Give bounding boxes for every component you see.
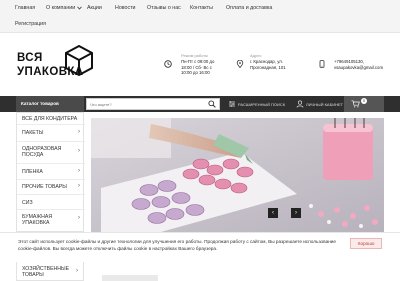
promo-banner[interactable]	[91, 118, 384, 232]
sidebar-item-label: ПЛЕНКА	[22, 169, 43, 175]
sidebar-item-confectioner[interactable]: ВСЕ ДЛЯ КОНДИТЕРА	[17, 113, 85, 125]
chevron-right-icon: ›	[295, 210, 297, 216]
chevron-left-icon: ‹	[272, 210, 274, 216]
chevron-right-icon: ›	[76, 268, 78, 274]
macarons-photo	[91, 118, 384, 232]
user-icon[interactable]	[296, 100, 304, 108]
address-line2: Прогонадная, 101	[250, 64, 286, 70]
sidebar-item-label: ПАКЕТЫ	[22, 130, 44, 136]
sidebar-item-label: СИЗ	[22, 200, 33, 206]
contact-phone[interactable]: +79649105130,	[334, 59, 364, 64]
nav-home[interactable]: Главная	[15, 5, 35, 11]
sidebar-item-household[interactable]: ХОЗЯЙСТВЕННЫЕ ТОВАРЫ ›	[16, 262, 84, 281]
cart-count-badge: 0	[361, 98, 367, 104]
chevron-down-icon[interactable]	[77, 6, 82, 10]
cart-button[interactable]: 0	[344, 96, 384, 112]
work-hours-label: Режим работы	[181, 53, 209, 58]
advanced-search-link[interactable]: РАСШИРЕННЫЙ ПОИСК	[238, 102, 285, 107]
search-box	[86, 98, 220, 110]
top-navigation: Главная О компании Акции Новости Отзывы …	[0, 0, 400, 33]
nav-promotions[interactable]: Акции	[87, 5, 102, 11]
chevron-right-icon: ›	[78, 148, 80, 154]
sliders-icon[interactable]	[228, 100, 236, 108]
chevron-right-icon: ›	[78, 183, 80, 189]
clock-icon	[164, 60, 172, 68]
sidebar-item-disposable[interactable]: ОДНОРАЗОВАЯ ПОСУДА ›	[17, 142, 85, 164]
cookie-notice-text: Этот сайт использует cookie-файлы и друг…	[18, 239, 337, 251]
address-label: Адрес	[250, 53, 262, 58]
location-pin-icon	[236, 60, 244, 68]
nav-payment-delivery[interactable]: Оплата и доставка	[226, 5, 272, 11]
chevron-right-icon: ›	[78, 168, 80, 174]
catalog-sidebar: ВСЕ ДЛЯ КОНДИТЕРА ПАКЕТЫ › ОДНОРАЗОВАЯ П…	[16, 112, 85, 232]
contact-email[interactable]: vsaupakovka@gmail.com	[334, 65, 383, 70]
slider-next-button[interactable]: ›	[291, 208, 301, 218]
sidebar-item-label: БУМАЖНАЯ УПАКОВКА	[22, 214, 53, 227]
sidebar-item-label: ОДНОРАЗОВАЯ ПОСУДА	[22, 146, 62, 159]
catalog-button[interactable]: Каталог товаров	[16, 96, 84, 112]
nav-contacts[interactable]: Контакты	[190, 5, 213, 11]
chevron-right-icon: ›	[78, 129, 80, 135]
sidebar-item-bags[interactable]: ПАКЕТЫ ›	[17, 125, 85, 142]
sidebar-item-ppe[interactable]: СИЗ	[17, 195, 85, 210]
phone-icon	[319, 60, 325, 68]
nav-about[interactable]: О компании	[46, 5, 75, 11]
cookie-notice: Этот сайт использует cookie-файлы и друг…	[0, 232, 400, 260]
catalog-button-label: Каталог товаров	[21, 101, 59, 106]
account-link[interactable]: ЛИЧНЫЙ КАБИНЕТ	[306, 102, 343, 107]
nav-registration[interactable]: Регистрация	[15, 21, 46, 27]
search-input[interactable]	[90, 101, 205, 108]
nav-news[interactable]: Новости	[115, 5, 136, 11]
sidebar-item-label: ВСЕ ДЛЯ КОНДИТЕРА	[22, 116, 78, 122]
logo-text-line1[interactable]: ВСЯ	[17, 52, 43, 64]
chevron-right-icon: ›	[78, 215, 80, 221]
slider-prev-button[interactable]: ‹	[268, 208, 278, 218]
work-hours-line2: 18:00 / Сб- Вс с	[181, 64, 212, 70]
cookie-accept-button[interactable]: Хорошо	[350, 238, 382, 249]
sidebar-item-label: ПРОЧИЕ ТОВАРЫ	[22, 184, 67, 190]
logo-text-line2[interactable]: УПАКОВКА	[17, 66, 84, 78]
search-icon[interactable]	[208, 100, 216, 108]
sidebar-item-label: ХОЗЯЙСТВЕННЫЕ ТОВАРЫ	[22, 266, 70, 279]
cart-icon	[351, 100, 360, 108]
nav-reviews[interactable]: Отзывы о нас	[147, 5, 181, 11]
work-hours-line1: Пн-Пт с 09:00 до	[181, 59, 215, 64]
work-hours-line3: 10:00 до 16:00	[181, 70, 210, 75]
address-line1: г. Краснодар, ул.	[250, 59, 283, 64]
product-thumbnail[interactable]	[102, 275, 158, 281]
sidebar-item-paper-packaging[interactable]: БУМАЖНАЯ УПАКОВКА ›	[17, 210, 85, 232]
sidebar-item-film[interactable]: ПЛЕНКА ›	[17, 164, 85, 180]
sidebar-item-other[interactable]: ПРОЧИЕ ТОВАРЫ ›	[17, 180, 85, 195]
